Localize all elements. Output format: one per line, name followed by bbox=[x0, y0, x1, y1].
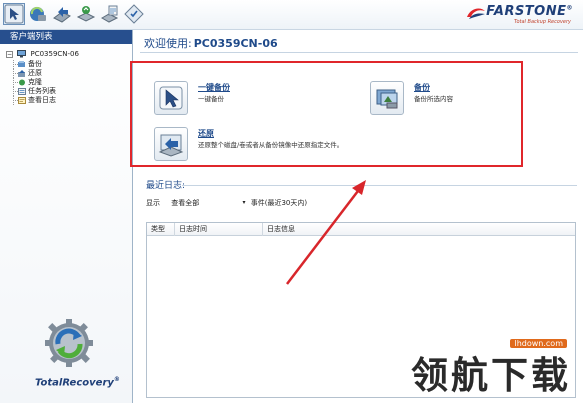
computer-icon bbox=[17, 50, 27, 58]
sidebar-item-label: 克隆 bbox=[28, 78, 42, 86]
farstone-logo: FARSTONE® Total Backup Recovery bbox=[453, 4, 573, 26]
farstone-swirl-icon bbox=[467, 8, 485, 19]
divider bbox=[140, 52, 578, 53]
column-type[interactable]: 类型 bbox=[147, 223, 175, 236]
restore-desc: 还原整个磁盘/卷或者从备份镜像中还原指定文件。 bbox=[198, 141, 344, 149]
one-click-backup-button[interactable] bbox=[154, 81, 188, 115]
log-filter-select[interactable]: 查看全部 bbox=[168, 197, 238, 208]
task-toolbar-button[interactable] bbox=[99, 3, 121, 25]
backup-icon bbox=[30, 6, 46, 21]
restore-action[interactable]: 还原 还原整个磁盘/卷或者从备份镜像中还原指定文件。 bbox=[154, 127, 374, 163]
show-label: 显示 bbox=[146, 198, 160, 207]
tree-root-pc[interactable]: − PC0359CN-06 bbox=[6, 49, 132, 60]
restore-icon bbox=[53, 7, 71, 23]
clone-icon bbox=[76, 6, 96, 22]
backup-action[interactable]: 备份 备份所选内容 bbox=[370, 81, 520, 117]
backup-image-icon bbox=[376, 89, 398, 109]
one-click-backup-action[interactable]: 一键备份 一键备份 bbox=[154, 81, 334, 117]
restore-item-icon bbox=[18, 70, 25, 77]
cursor-icon bbox=[4, 4, 24, 24]
backup-link[interactable]: 备份 bbox=[414, 82, 430, 93]
restore-toolbar-button[interactable] bbox=[51, 3, 73, 25]
restore-link[interactable]: 还原 bbox=[198, 128, 214, 139]
sidebar-item-view-log[interactable]: 查看日志 bbox=[6, 96, 132, 105]
sidebar-item-label: 任务列表 bbox=[28, 87, 56, 95]
log-toolbar-button[interactable] bbox=[123, 3, 145, 25]
sidebar-item-label: 备份 bbox=[28, 60, 42, 68]
sidebar-item-clone[interactable]: 克隆 bbox=[6, 78, 132, 87]
divider bbox=[182, 185, 577, 186]
brand-subtitle: Total Backup Recovery bbox=[514, 19, 571, 25]
column-log-time[interactable]: 日志时间 bbox=[175, 223, 263, 236]
sidebar-item-label: 还原 bbox=[28, 69, 42, 77]
event-range-label: 事件(最近30天内) bbox=[250, 198, 308, 207]
column-log-info[interactable]: 日志信息 bbox=[263, 223, 575, 236]
toolbar: FARSTONE® Total Backup Recovery bbox=[0, 0, 583, 30]
one-click-backup-desc: 一键备份 bbox=[198, 95, 224, 103]
cursor-icon bbox=[159, 86, 183, 110]
one-click-backup-link[interactable]: 一键备份 bbox=[198, 82, 230, 93]
clone-toolbar-button[interactable] bbox=[75, 3, 97, 25]
tree-root-label: PC0359CN-06 bbox=[30, 50, 79, 58]
backup-item-icon bbox=[18, 61, 25, 67]
brand-name: FARSTONE® bbox=[486, 4, 573, 19]
log-table-header: 类型 日志时间 日志信息 bbox=[147, 223, 575, 236]
sidebar-item-restore[interactable]: 还原 bbox=[6, 69, 132, 78]
totalrecovery-logo: TotalRecovery® bbox=[0, 312, 133, 402]
log-icon bbox=[124, 4, 144, 24]
sidebar-item-label: 查看日志 bbox=[28, 96, 56, 104]
sidebar-item-backup[interactable]: 备份 bbox=[6, 60, 132, 69]
sidebar-item-task-list[interactable]: 任务列表 bbox=[6, 87, 132, 96]
welcome-title: 欢迎使用: PC0359CN-06 bbox=[144, 37, 278, 50]
log-filter-row: 显示 查看全部 ▾ 事件(最近30天内) bbox=[146, 197, 307, 209]
watermark: lhdown.com 领航下载 bbox=[387, 339, 577, 399]
sidebar-header: 客户端列表 bbox=[0, 30, 132, 44]
chevron-down-icon[interactable]: ▾ bbox=[242, 199, 245, 206]
watermark-text: 领航下载 bbox=[411, 353, 571, 397]
backup-button[interactable] bbox=[370, 81, 404, 115]
one-click-backup-toolbar-button[interactable] bbox=[3, 3, 25, 25]
recovery-gear-icon bbox=[45, 319, 93, 367]
collapse-icon[interactable]: − bbox=[6, 50, 13, 58]
restore-button[interactable] bbox=[154, 127, 188, 161]
restore-icon bbox=[158, 134, 184, 157]
client-tree: − PC0359CN-06 备份 还原 克隆 任务列表 查看日志 bbox=[0, 44, 132, 105]
recent-logs-title: 最近日志: bbox=[146, 181, 186, 191]
clone-item-icon bbox=[19, 79, 25, 86]
task-list-icon bbox=[18, 88, 26, 95]
logo-text: TotalRecovery® bbox=[35, 376, 120, 389]
task-icon bbox=[100, 5, 119, 23]
view-log-icon bbox=[18, 97, 26, 104]
client-sidebar: 客户端列表 − PC0359CN-06 备份 还原 克隆 任务列表 查看日志 T… bbox=[0, 30, 133, 403]
backup-desc: 备份所选内容 bbox=[414, 95, 453, 103]
backup-toolbar-button[interactable] bbox=[27, 3, 49, 25]
